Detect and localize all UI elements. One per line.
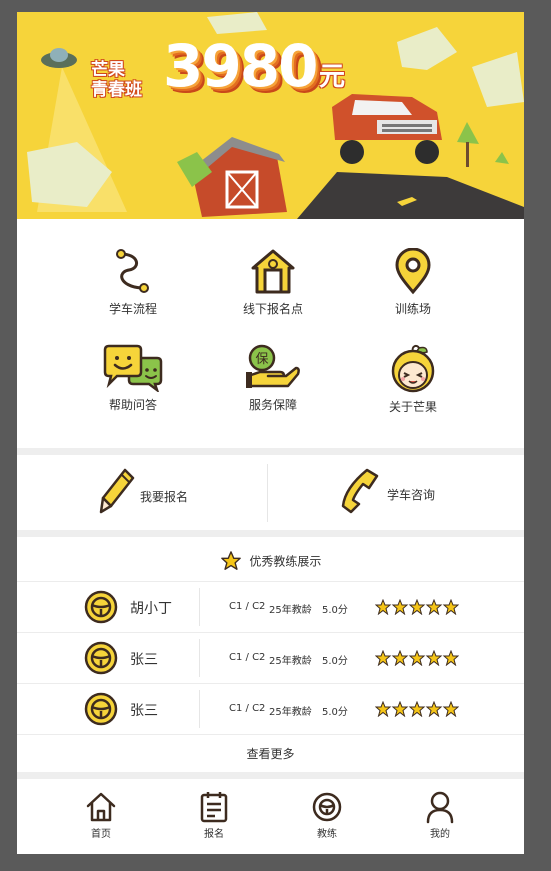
tab-label: 首页 <box>91 829 111 840</box>
coach-rating <box>374 700 460 721</box>
pencil-icon <box>99 468 135 514</box>
coach-license: C1 / C2 <box>229 601 266 612</box>
coach-years: 25年教龄 <box>269 605 312 616</box>
mango-girl-icon <box>391 344 435 393</box>
rating-stars <box>374 598 460 616</box>
banner-title-line1: 芒果 <box>91 60 125 80</box>
banner-title: 芒果 青春班 <box>91 60 142 100</box>
section-divider <box>17 448 524 455</box>
insurance-hand-icon: 保 <box>246 344 300 388</box>
coach-years: 25年教龄 <box>269 656 312 667</box>
coaches-section-title: 优秀教练展示 <box>249 554 322 569</box>
menu-item-label: 帮助问答 <box>108 398 157 412</box>
view-more-button[interactable]: 查看更多 <box>17 745 524 762</box>
coaches-section-header: 优秀教练展示 <box>17 550 524 572</box>
section-divider <box>17 530 524 537</box>
signup-label: 我要报名 <box>140 490 189 504</box>
tab-mine[interactable]: 我的 <box>400 790 480 840</box>
rating-stars <box>374 649 460 667</box>
home-icon <box>86 792 116 822</box>
coach-name: 胡小丁 <box>130 601 172 617</box>
location-pin-icon <box>395 248 431 295</box>
coach-license: C1 / C2 <box>229 652 266 663</box>
coach-rating <box>374 598 460 619</box>
star-icon <box>220 551 241 570</box>
section-divider <box>17 772 524 779</box>
coach-row[interactable]: 胡小丁 C1 / C2 25年教龄 5.0分 <box>17 582 524 632</box>
promo-banner[interactable]: 芒果 青春班 3980 元 <box>17 12 524 219</box>
consult-button[interactable]: 学车咨询 <box>341 468 511 522</box>
steering-wheel-icon <box>312 792 342 822</box>
tab-coach[interactable]: 教练 <box>287 790 367 840</box>
coach-years: 25年教龄 <box>269 707 312 718</box>
coach-license: C1 / C2 <box>229 703 266 714</box>
tab-signup[interactable]: 报名 <box>174 790 254 840</box>
banner-price-unit: 元 <box>319 62 346 92</box>
menu-item-service[interactable]: 保 服务保障 <box>213 344 333 413</box>
steering-wheel-icon <box>84 590 118 624</box>
coach-row-divider <box>199 639 200 677</box>
menu-item-offline-signup[interactable]: 线下报名点 <box>213 248 333 317</box>
tab-label: 教练 <box>317 829 337 840</box>
app-screen: 芒果 青春班 3980 元 学车流程 线下报名点 训练场 帮助问答 保 服务保障… <box>17 12 524 854</box>
consult-label: 学车咨询 <box>387 488 436 502</box>
coach-score: 5.0分 <box>322 605 348 616</box>
coach-score: 5.0分 <box>322 656 348 667</box>
house-icon <box>251 249 295 294</box>
menu-item-training-ground[interactable]: 训练场 <box>353 248 473 317</box>
steering-wheel-icon <box>84 641 118 675</box>
tab-home[interactable]: 首页 <box>61 790 141 840</box>
form-icon <box>200 792 228 823</box>
menu-item-label: 服务保障 <box>248 398 297 412</box>
action-divider <box>267 464 268 522</box>
svg-text:保: 保 <box>255 352 268 367</box>
tab-label: 我的 <box>430 829 450 840</box>
menu-item-help[interactable]: 帮助问答 <box>73 344 193 413</box>
coach-name: 张三 <box>130 703 158 719</box>
coach-row-divider <box>199 588 200 626</box>
banner-title-line2: 青春班 <box>91 80 142 100</box>
menu-item-label: 训练场 <box>394 302 431 316</box>
coach-score: 5.0分 <box>322 707 348 718</box>
steering-wheel-icon <box>84 692 118 726</box>
coach-name: 张三 <box>130 652 158 668</box>
user-icon <box>426 791 454 824</box>
coach-row[interactable]: 张三 C1 / C2 25年教龄 5.0分 <box>17 633 524 683</box>
tab-label: 报名 <box>204 829 224 840</box>
phone-handset-icon <box>341 468 379 514</box>
chat-faces-icon <box>103 344 163 392</box>
signup-button[interactable]: 我要报名 <box>99 468 269 522</box>
coach-rating <box>374 649 460 670</box>
menu-item-label: 关于芒果 <box>388 400 437 414</box>
menu-item-label: 线下报名点 <box>242 302 303 316</box>
coach-row[interactable]: 张三 C1 / C2 25年教龄 5.0分 <box>17 684 524 734</box>
menu-item-label: 学车流程 <box>108 302 157 316</box>
route-icon <box>116 249 149 293</box>
menu-item-process[interactable]: 学车流程 <box>73 248 193 317</box>
rating-stars <box>374 700 460 718</box>
coach-row-divider <box>199 690 200 728</box>
row-divider <box>17 734 524 735</box>
banner-price: 3980 <box>163 32 318 100</box>
menu-item-about[interactable]: 关于芒果 <box>353 344 473 415</box>
